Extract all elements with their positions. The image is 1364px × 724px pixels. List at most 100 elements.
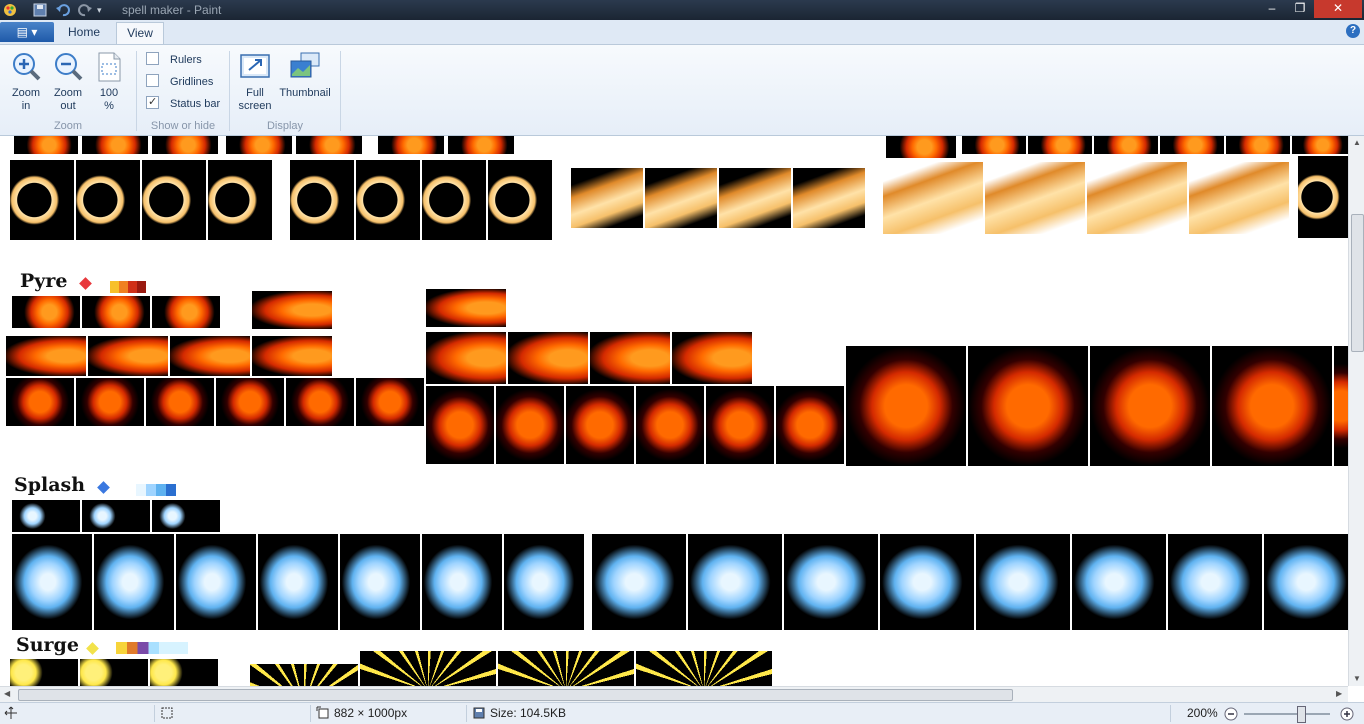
zoom-slider-thumb[interactable] <box>1297 706 1306 723</box>
sprite-frame <box>1292 136 1348 154</box>
zoom-in-button[interactable]: Zoom in <box>8 51 44 113</box>
zoom-100-button[interactable]: 100 % <box>92 51 126 113</box>
status-divider <box>310 705 311 722</box>
file-menu-button[interactable]: ▤ ▾ <box>0 22 54 42</box>
surge-frame <box>150 659 218 686</box>
explosion-frame-large <box>1334 346 1348 466</box>
explosion-frame <box>76 378 144 426</box>
rulers-checkbox-box[interactable] <box>146 52 159 65</box>
scroll-right-icon[interactable]: ▶ <box>1336 689 1342 698</box>
crescent-frame <box>422 160 486 240</box>
horizontal-scrollbar[interactable]: ◀ ▶ <box>0 686 1348 702</box>
redo-icon[interactable] <box>77 2 93 18</box>
rulers-checkbox[interactable]: Rulers <box>146 52 202 68</box>
zoom-level-text: 200% <box>1187 706 1218 720</box>
crescent-frame <box>76 160 140 240</box>
status-bar-checkbox[interactable]: Status bar <box>146 94 220 112</box>
gridlines-checkbox-box[interactable] <box>146 74 159 87</box>
explosion-frame <box>6 378 74 426</box>
explosion-frame <box>636 386 704 464</box>
fireball-frame <box>252 291 332 329</box>
scroll-left-icon[interactable]: ◀ <box>4 689 10 698</box>
sprite-frame <box>82 136 148 154</box>
leaf-frame-large <box>1087 162 1187 234</box>
crescent-frame <box>356 160 420 240</box>
status-bar-checkbox-box[interactable] <box>146 94 159 110</box>
crescent-frame <box>1298 156 1348 238</box>
splash-frame <box>592 534 686 630</box>
sprite-frame <box>1160 136 1224 154</box>
explosion-frame-large <box>846 346 966 466</box>
scroll-up-icon[interactable]: ▲ <box>1353 138 1361 147</box>
water-drop-frame <box>82 500 150 532</box>
thumbnail-icon <box>290 52 320 78</box>
zoom-out-small-icon[interactable] <box>1224 707 1238 724</box>
tab-home[interactable]: Home <box>60 22 108 43</box>
ribbon-tabs: ▤ ▾ Home View ? <box>0 20 1364 45</box>
fireball-frame <box>6 336 86 376</box>
full-screen-icon <box>240 54 270 78</box>
image-size-text: 882 × 1000px <box>334 706 408 720</box>
surge-rays-frame <box>250 664 358 686</box>
fireball-frame <box>508 332 588 384</box>
paint-app-icon[interactable] <box>2 2 18 18</box>
surge-rays-frame <box>636 651 772 686</box>
splash-frame <box>976 534 1070 630</box>
splash-frame <box>1168 534 1262 630</box>
fire-spark-frame <box>82 296 150 328</box>
sprite-frame <box>448 136 514 154</box>
leaf-frame <box>793 168 865 228</box>
customize-quick-access-icon[interactable]: ▾ <box>97 2 113 18</box>
vertical-scrollbar[interactable]: ▲ ▼ <box>1348 136 1364 686</box>
file-size-text: Size: 104.5KB <box>490 706 567 720</box>
close-button[interactable]: ✕ <box>1314 0 1362 18</box>
full-screen-button[interactable]: Full screen <box>236 51 274 113</box>
splash-gem-icon <box>97 481 110 494</box>
water-drop-frame <box>12 500 80 532</box>
fireball-frame <box>170 336 250 376</box>
crescent-frame <box>142 160 206 240</box>
title-bar: ▾ spell maker - Paint – ❐ ✕ <box>0 0 1364 20</box>
splash-frame <box>688 534 782 630</box>
undo-icon[interactable] <box>55 2 71 18</box>
zoom-in-small-icon[interactable] <box>1340 707 1354 724</box>
show-hide-group-label: Show or hide <box>150 120 216 132</box>
zoom-in-label-2: in <box>21 100 31 112</box>
zoom-in-icon <box>13 53 41 81</box>
zoom-out-button[interactable]: Zoom out <box>50 51 86 113</box>
minimize-button[interactable]: – <box>1258 0 1286 18</box>
gridlines-checkbox[interactable]: Gridlines <box>146 74 213 90</box>
sprite-frame <box>1226 136 1290 154</box>
fireball-frame <box>252 336 332 376</box>
maximize-button[interactable]: ❐ <box>1286 0 1314 18</box>
zoom-out-label-2: out <box>60 100 76 112</box>
drawing-canvas[interactable]: Pyre Splash Surge <box>0 136 1348 686</box>
scroll-down-icon[interactable]: ▼ <box>1353 674 1361 683</box>
horizontal-scroll-thumb[interactable] <box>18 689 1013 701</box>
selection-size-icon <box>160 706 174 723</box>
window-title: spell maker - Paint <box>122 3 222 17</box>
vertical-scroll-thumb[interactable] <box>1351 214 1364 352</box>
fireball-frame <box>426 332 506 384</box>
save-icon[interactable] <box>32 2 48 18</box>
crescent-frame <box>10 160 74 240</box>
explosion-frame <box>146 378 214 426</box>
leaf-frame <box>571 168 643 228</box>
splash-frame <box>258 534 338 630</box>
page-100-icon <box>98 52 121 82</box>
section-title-splash: Splash <box>14 474 86 496</box>
display-group-label: Display <box>266 120 304 132</box>
splash-frame <box>12 534 92 630</box>
group-divider <box>229 51 230 131</box>
sprite-frame <box>886 136 956 158</box>
zoom-slider-track[interactable] <box>1244 706 1330 723</box>
sprite-frame <box>378 136 444 154</box>
fireball-frame <box>672 332 752 384</box>
splash-frame <box>880 534 974 630</box>
tab-view[interactable]: View <box>116 22 164 44</box>
help-icon[interactable]: ? <box>1346 24 1360 38</box>
thumbnail-label: Thumbnail <box>279 87 331 99</box>
splash-palette-swatch <box>136 484 176 496</box>
status-divider <box>154 705 155 722</box>
thumbnail-button[interactable]: Thumbnail <box>276 51 334 100</box>
